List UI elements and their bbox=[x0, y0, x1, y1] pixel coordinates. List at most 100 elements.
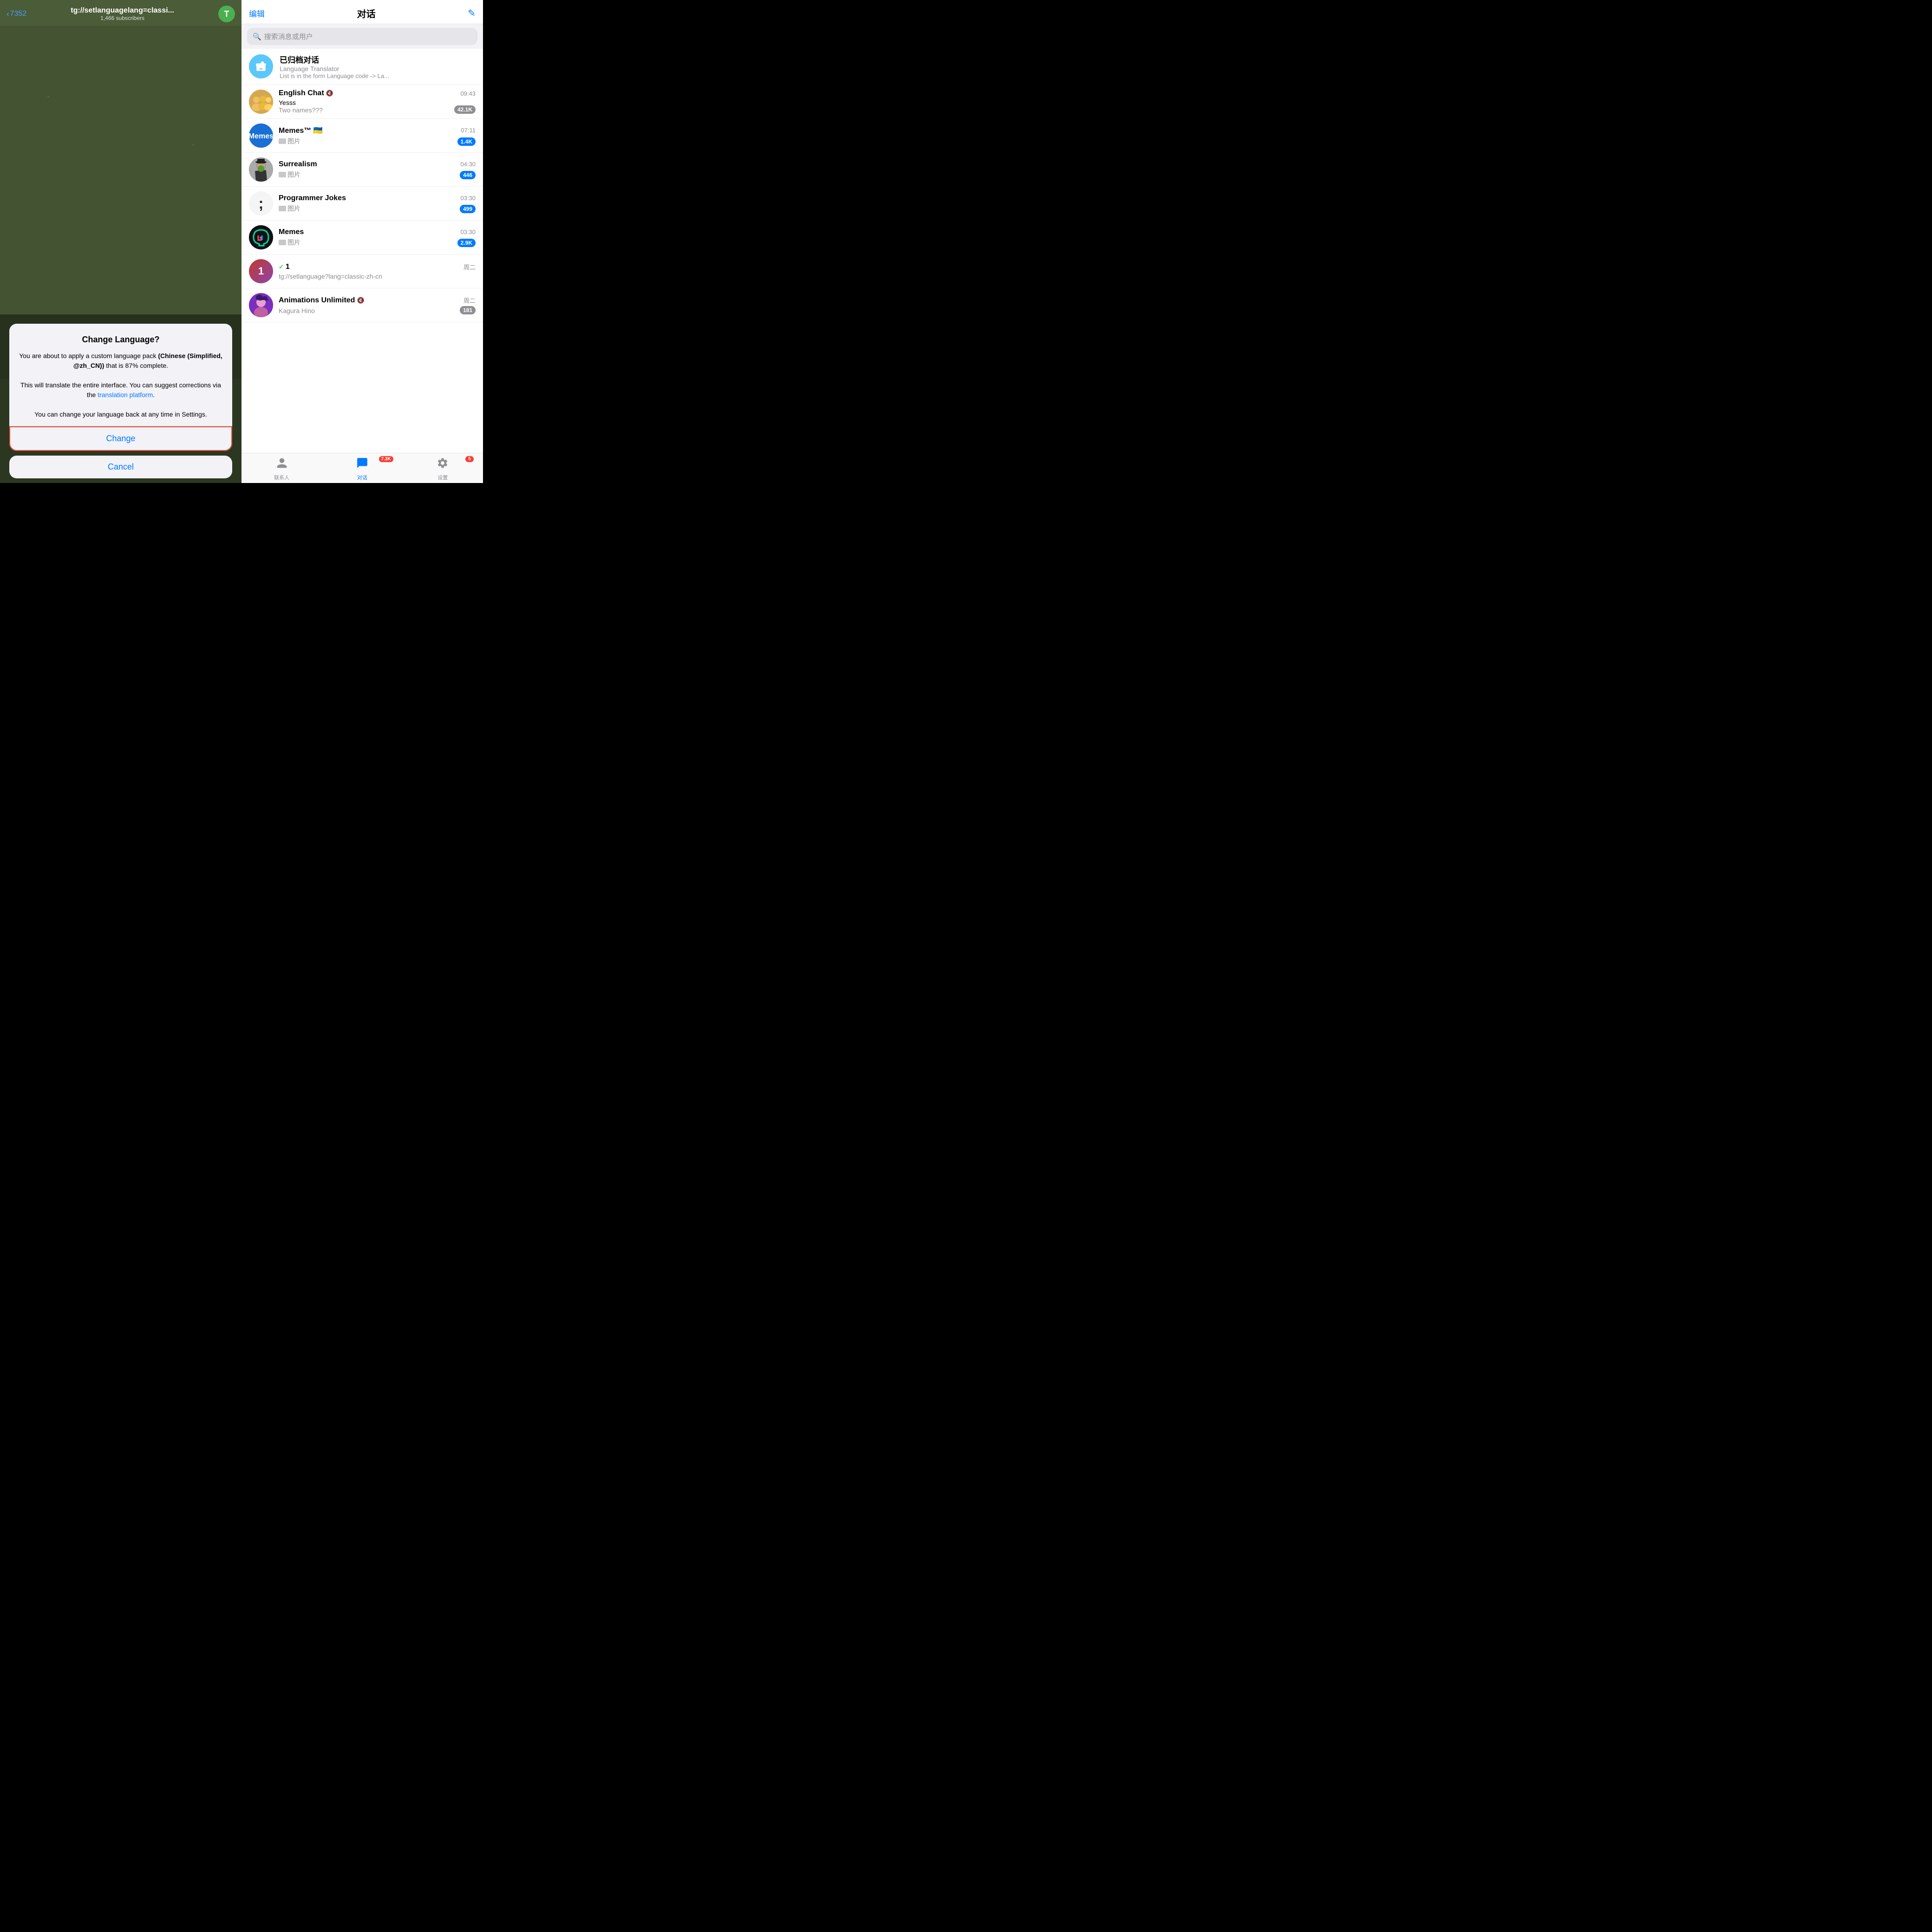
chat-top: Memes 03:30 bbox=[279, 228, 476, 236]
list-item[interactable]: 1 ✓ 1 周二 tg://setlanguage?lang=classic-z… bbox=[242, 255, 483, 288]
chat-top: Animations Unlimited 🔇 周二 bbox=[279, 296, 476, 305]
dialog-body: You are about to apply a custom language… bbox=[19, 351, 223, 419]
chat-time: 周二 bbox=[463, 262, 476, 271]
page-title: 对话 bbox=[357, 7, 376, 20]
archived-item[interactable]: 已归档对话 Language Translator List is in the… bbox=[242, 49, 483, 85]
tab-contacts[interactable]: 联系人 bbox=[242, 457, 322, 481]
archive-avatar bbox=[249, 54, 273, 78]
left-panel: ‹ 7352 tg://setlanguagelang=classi... 1,… bbox=[0, 0, 242, 483]
avatar: ; bbox=[249, 191, 273, 215]
avatar bbox=[249, 225, 273, 249]
chat-time: 04:30 bbox=[460, 161, 476, 168]
chat-top: Programmer Jokes 03:30 bbox=[279, 194, 476, 202]
chat-name: Surrealism bbox=[279, 160, 317, 169]
chats-icon bbox=[356, 457, 368, 472]
translation-platform-link[interactable]: translation platform bbox=[98, 391, 153, 398]
chat-info: ✓ 1 周二 tg://setlanguage?lang=classic-zh-… bbox=[279, 262, 476, 280]
svg-text:Memes: Memes bbox=[249, 132, 273, 140]
search-input[interactable]: 搜索消息或用户 bbox=[264, 32, 313, 41]
chat-top: Memes™ 🇺🇦 07:11 bbox=[279, 126, 476, 135]
list-item[interactable]: English Chat 🔇 09:43 Yesss Two names??? … bbox=[242, 85, 483, 119]
chat-preview: 图片 bbox=[279, 137, 300, 146]
mute-icon: 🔇 bbox=[357, 297, 364, 304]
image-thumbnail-icon bbox=[279, 172, 286, 177]
left-header: ‹ 7352 tg://setlanguagelang=classi... 1,… bbox=[0, 0, 242, 26]
chat-top: ✓ 1 周二 bbox=[279, 262, 476, 271]
avatar[interactable]: T bbox=[218, 6, 235, 22]
back-count: 7352 bbox=[10, 10, 27, 18]
image-thumbnail-icon bbox=[279, 138, 286, 144]
channel-info: tg://setlanguagelang=classi... 1,466 sub… bbox=[30, 7, 215, 21]
tab-bar: 联系人 7.3K 对话 5 设置 bbox=[242, 453, 483, 483]
edit-button[interactable]: 编辑 bbox=[249, 7, 265, 19]
chat-preview: Kagura Hino bbox=[279, 307, 315, 314]
chat-bottom: Kagura Hino 181 bbox=[279, 306, 476, 314]
search-bar: 🔍 搜索消息或用户 bbox=[242, 24, 483, 49]
chat-top: Surrealism 04:30 bbox=[279, 160, 476, 169]
avatar bbox=[249, 157, 273, 182]
chat-info: Programmer Jokes 03:30 图片 499 bbox=[279, 194, 476, 213]
dialog-overlay: Change Language? You are about to apply … bbox=[0, 314, 242, 483]
chat-bottom: 图片 2.9K bbox=[279, 238, 476, 247]
chat-info: English Chat 🔇 09:43 Yesss Two names??? … bbox=[279, 89, 476, 114]
list-item[interactable]: ; Programmer Jokes 03:30 图片 499 bbox=[242, 187, 483, 221]
chat-name: English Chat 🔇 bbox=[279, 89, 333, 98]
dialog-body-text4: You can change your language back at any… bbox=[34, 411, 207, 418]
chat-time: 03:30 bbox=[460, 195, 476, 202]
badge: 1.4K bbox=[457, 137, 476, 146]
chat-bottom: 图片 446 bbox=[279, 170, 476, 179]
badge: 42.1K bbox=[454, 105, 476, 114]
change-language-button[interactable]: Change bbox=[9, 426, 232, 451]
compose-button[interactable]: ✎ bbox=[468, 7, 476, 19]
cancel-button[interactable]: Cancel bbox=[9, 456, 232, 478]
chat-info: Memes 03:30 图片 2.9K bbox=[279, 228, 476, 247]
archived-sub1: Language Translator bbox=[280, 65, 476, 72]
image-thumbnail-icon bbox=[279, 240, 286, 245]
list-item[interactable]: Surrealism 04:30 图片 446 bbox=[242, 153, 483, 187]
avatar bbox=[249, 90, 273, 114]
chat-bottom: 图片 499 bbox=[279, 204, 476, 213]
chat-preview: tg://setlanguage?lang=classic-zh-cn bbox=[279, 273, 382, 280]
chat-name: Programmer Jokes bbox=[279, 194, 346, 202]
chat-name: Memes™ 🇺🇦 bbox=[279, 126, 323, 135]
chat-top: English Chat 🔇 09:43 bbox=[279, 89, 476, 98]
badge: 2.9K bbox=[457, 239, 476, 247]
avatar bbox=[249, 293, 273, 317]
badge: 499 bbox=[460, 205, 476, 213]
list-item[interactable]: Animations Unlimited 🔇 周二 Kagura Hino 18… bbox=[242, 288, 483, 322]
tab-settings[interactable]: 5 设置 bbox=[403, 457, 483, 481]
list-item[interactable]: Memes 03:30 图片 2.9K bbox=[242, 221, 483, 255]
chat-name: ✓ 1 bbox=[279, 263, 290, 271]
chat-time: 周二 bbox=[463, 296, 476, 305]
search-input-wrap[interactable]: 🔍 搜索消息或用户 bbox=[247, 28, 477, 45]
tab-settings-label: 设置 bbox=[437, 474, 448, 481]
tab-chats-label: 对话 bbox=[357, 474, 367, 481]
chat-bottom: 图片 1.4K bbox=[279, 137, 476, 146]
chat-list-header: 编辑 对话 ✎ bbox=[242, 0, 483, 24]
chat-time: 03:30 bbox=[460, 228, 476, 235]
chat-time: 09:43 bbox=[460, 90, 476, 97]
chat-preview: 图片 bbox=[279, 204, 300, 213]
avatar: 1 bbox=[249, 259, 273, 283]
chat-info: Surrealism 04:30 图片 446 bbox=[279, 160, 476, 179]
mute-icon: 🔇 bbox=[326, 90, 333, 97]
chat-info: Animations Unlimited 🔇 周二 Kagura Hino 18… bbox=[279, 296, 476, 314]
chat-list: 已归档对话 Language Translator List is in the… bbox=[242, 49, 483, 453]
right-panel: 编辑 对话 ✎ 🔍 搜索消息或用户 已归档对话 Language Transla… bbox=[242, 0, 483, 483]
dialog-body-text2: that is 87% complete. bbox=[104, 362, 168, 369]
search-icon: 🔍 bbox=[253, 33, 261, 41]
image-thumbnail-icon bbox=[279, 206, 286, 211]
badge: 181 bbox=[460, 306, 476, 314]
list-item[interactable]: Memes Memes™ 🇺🇦 07:11 图片 1.4K bbox=[242, 119, 483, 153]
tab-chats[interactable]: 7.3K 对话 bbox=[322, 457, 402, 481]
settings-badge: 5 bbox=[465, 456, 474, 462]
chats-badge: 7.3K bbox=[379, 456, 393, 462]
dialog-title: Change Language? bbox=[19, 335, 223, 345]
chat-name: Animations Unlimited 🔇 bbox=[279, 296, 365, 305]
chat-preview: 图片 bbox=[279, 170, 300, 179]
chat-preview: Yesss Two names??? bbox=[279, 99, 323, 114]
chat-time: 07:11 bbox=[461, 127, 476, 134]
chat-bottom: Yesss Two names??? 42.1K bbox=[279, 99, 476, 114]
back-button[interactable]: ‹ 7352 bbox=[7, 9, 26, 19]
chat-info: Memes™ 🇺🇦 07:11 图片 1.4K bbox=[279, 126, 476, 146]
